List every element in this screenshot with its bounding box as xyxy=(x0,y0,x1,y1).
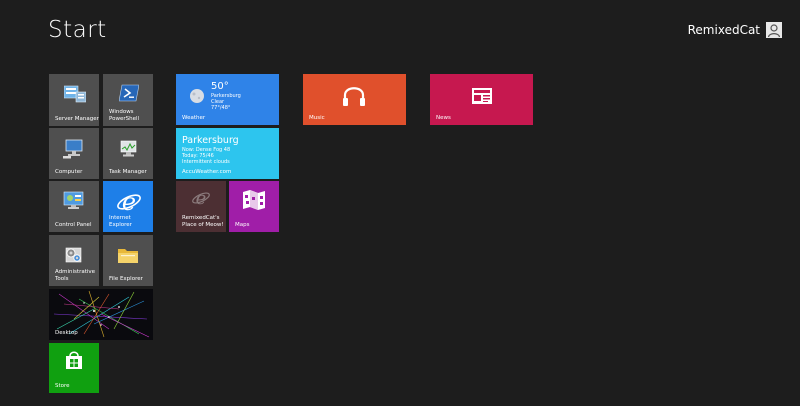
svg-text:e: e xyxy=(122,189,136,215)
weather-temperature: 50° xyxy=(211,81,229,92)
accuweather-city: Parkersburg xyxy=(182,135,239,146)
tile-label: Computer xyxy=(55,168,83,175)
accuweather-details: Now: Dense Fog 48 Today: 75/46 Intermitt… xyxy=(182,147,231,165)
task-manager-icon xyxy=(118,139,140,163)
svg-text:e: e xyxy=(196,188,207,208)
tile-label: Internet Explorer xyxy=(109,215,132,228)
ie-site-icon: e xyxy=(191,188,211,212)
tile-label: Server Manager xyxy=(55,115,99,122)
user-account[interactable]: RemixedCat xyxy=(688,22,782,38)
tile-label: Store xyxy=(55,382,70,389)
tile-weather[interactable]: 50° Parkersburg Clear 77°/48° Weather xyxy=(176,74,279,125)
tile-file-explorer[interactable]: File Explorer xyxy=(103,235,153,286)
tile-music[interactable]: Music xyxy=(303,74,406,125)
start-title: Start xyxy=(48,17,107,43)
tile-administrative-tools[interactable]: Administrative Tools xyxy=(49,235,99,286)
control-panel-icon xyxy=(63,191,85,215)
tile-maps[interactable]: Maps xyxy=(229,181,279,232)
tile-label: AccuWeather.com xyxy=(182,168,232,175)
tile-label: Music xyxy=(309,114,325,121)
tile-label: Desktop xyxy=(55,329,78,336)
powershell-icon xyxy=(118,84,140,106)
headphones-icon xyxy=(341,83,367,113)
tile-store[interactable]: Store xyxy=(49,343,99,393)
tile-label: Task Manager xyxy=(109,168,147,175)
tile-server-manager[interactable]: Server Manager xyxy=(49,74,99,126)
tile-label: News xyxy=(436,114,451,121)
tile-task-manager[interactable]: Task Manager xyxy=(103,128,153,179)
store-bag-icon xyxy=(65,350,83,374)
user-name: RemixedCat xyxy=(687,23,760,37)
tile-label: Weather xyxy=(182,114,206,121)
tile-internet-explorer[interactable]: e Internet Explorer xyxy=(103,181,153,232)
tile-control-panel[interactable]: Control Panel xyxy=(49,181,99,232)
tile-label: Administrative Tools xyxy=(55,269,96,282)
tile-label: Maps xyxy=(235,221,250,228)
moon-icon xyxy=(188,87,206,109)
weather-details: Parkersburg Clear 77°/48° xyxy=(211,93,241,111)
admin-tools-icon xyxy=(63,244,85,270)
tile-accuweather[interactable]: Parkersburg Now: Dense Fog 48 Today: 75/… xyxy=(176,128,279,179)
tile-label: RemixedCat's Place of Meow! xyxy=(182,215,224,228)
tile-desktop[interactable]: Desktop xyxy=(49,289,153,340)
tile-label: File Explorer xyxy=(109,275,143,282)
tile-label: Windows PowerShell xyxy=(109,109,140,122)
tile-label: Control Panel xyxy=(55,221,92,228)
tile-computer[interactable]: Computer xyxy=(49,128,99,179)
newspaper-icon xyxy=(471,87,493,109)
server-manager-icon xyxy=(63,84,87,108)
tile-powershell[interactable]: Windows PowerShell xyxy=(103,74,153,126)
user-icon xyxy=(766,22,782,38)
computer-icon xyxy=(63,139,85,163)
tile-news[interactable]: News xyxy=(430,74,533,125)
folder-icon xyxy=(117,245,139,269)
tile-remixedcat-site[interactable]: e RemixedCat's Place of Meow! xyxy=(176,181,226,232)
map-icon xyxy=(242,189,266,215)
